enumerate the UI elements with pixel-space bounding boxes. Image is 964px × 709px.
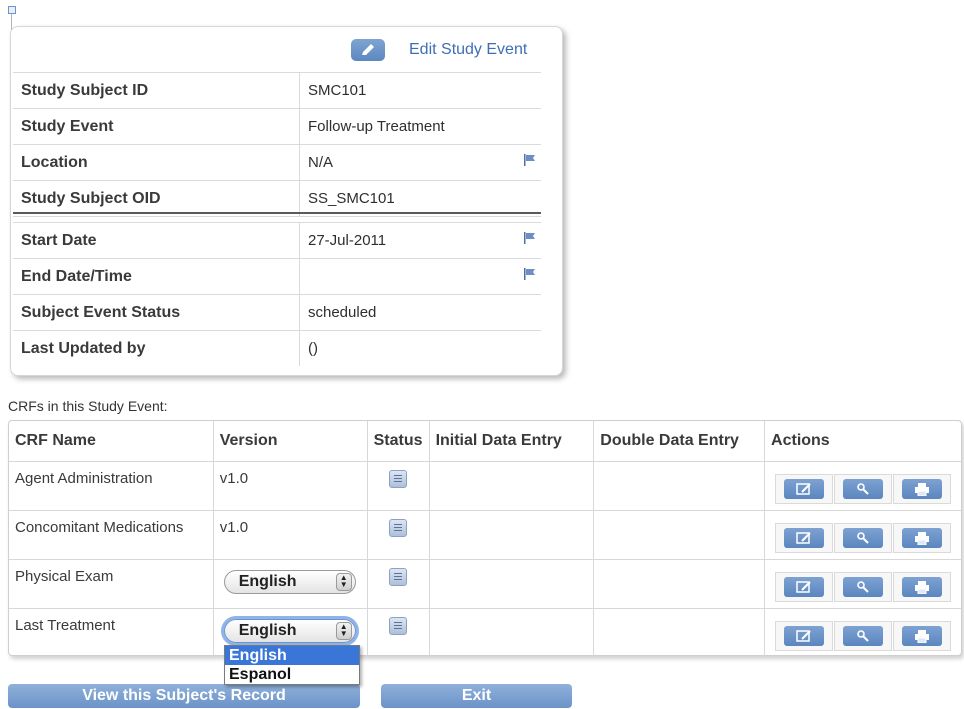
enter-data-icon[interactable] — [784, 577, 825, 597]
select-arrows-icon: ▲ ▼ — [335, 573, 352, 591]
info-row: Study Subject ID SMC101 — [13, 72, 541, 109]
view-icon[interactable] — [843, 528, 884, 548]
col-header-double-data-entry: Double Data Entry — [593, 421, 766, 462]
dropdown-option-espanol[interactable]: Espanol — [225, 665, 359, 684]
info-value: scheduled — [299, 294, 541, 331]
info-row: Last Updated by () — [13, 330, 541, 366]
crf-name: Last Treatment — [9, 608, 214, 657]
info-value: 27-Jul-2011 — [308, 232, 387, 249]
info-value: () — [308, 340, 318, 357]
print-icon[interactable] — [902, 479, 943, 499]
info-label: Subject Event Status — [13, 294, 300, 331]
info-row: Start Date 27-Jul-2011 — [13, 222, 541, 259]
version-select[interactable]: English ▲ ▼ — [223, 619, 356, 643]
crfs-section-title: CRFs in this Study Event: — [8, 398, 168, 414]
section-divider — [13, 212, 541, 214]
double-data-entry-cell — [593, 461, 766, 511]
info-value: N/A — [308, 154, 334, 171]
version-select[interactable]: English ▲ ▼ — [223, 570, 356, 594]
info-value: Follow-up Treatment — [299, 108, 541, 145]
col-header-initial-data-entry: Initial Data Entry — [429, 421, 595, 462]
crf-row: Concomitant Medications v1.0 — [9, 510, 961, 560]
initial-data-entry-cell — [429, 510, 595, 560]
info-row: End Date/Time — [13, 258, 541, 295]
view-icon[interactable] — [843, 479, 884, 499]
col-header-status: Status — [367, 421, 430, 462]
crf-name: Agent Administration — [9, 461, 214, 511]
view-icon[interactable] — [843, 626, 884, 646]
info-label: End Date/Time — [13, 258, 300, 295]
info-row: Subject Event Status scheduled — [13, 294, 541, 331]
col-header-version: Version — [213, 421, 368, 462]
actions-cell — [764, 510, 961, 560]
double-data-entry-cell — [593, 559, 766, 609]
version-dropdown-menu: English Espanol — [224, 645, 360, 685]
study-event-card: Edit Study Event Study Subject ID SMC101… — [10, 26, 563, 376]
col-header-actions: Actions — [764, 421, 961, 462]
crf-version: v1.0 — [213, 510, 368, 560]
info-value-cell: 27-Jul-2011 — [299, 222, 541, 259]
dropdown-option-english[interactable]: English — [225, 646, 359, 665]
status-icon[interactable] — [389, 568, 408, 586]
enter-data-icon[interactable] — [784, 479, 825, 499]
view-icon[interactable] — [843, 577, 884, 597]
actions-cell — [764, 461, 961, 511]
info-label: Study Subject ID — [13, 72, 300, 109]
double-data-entry-cell — [593, 510, 766, 560]
initial-data-entry-cell — [429, 461, 595, 511]
event-info-table: Study Subject ID SMC101 Study Event Foll… — [13, 72, 541, 217]
crf-version: v1.0 — [213, 461, 368, 511]
col-header-crf-name: CRF Name — [9, 421, 214, 462]
enter-data-icon[interactable] — [784, 528, 825, 548]
status-icon[interactable] — [389, 617, 408, 635]
crf-name: Physical Exam — [9, 559, 214, 609]
flag-icon[interactable] — [523, 267, 537, 281]
info-value: SMC101 — [299, 72, 541, 109]
pencil-icon[interactable] — [351, 39, 385, 61]
initial-data-entry-cell — [429, 559, 595, 609]
info-label: Last Updated by — [13, 330, 300, 366]
crf-row: Physical Exam English ▲ ▼ — [9, 559, 961, 609]
print-icon[interactable] — [902, 528, 943, 548]
edit-study-event-row: Edit Study Event — [351, 39, 527, 61]
flag-icon[interactable] — [523, 153, 537, 167]
collapse-toggle-icon[interactable] — [8, 6, 16, 14]
crfs-header-row: CRF Name Version Status Initial Data Ent… — [9, 421, 961, 462]
crfs-panel: CRF Name Version Status Initial Data Ent… — [8, 420, 962, 657]
view-subject-record-button[interactable]: View this Subject's Record — [8, 684, 360, 708]
actions-cell — [764, 559, 961, 609]
info-label: Location — [13, 144, 300, 181]
info-value-cell — [299, 258, 541, 295]
edit-study-event-link[interactable]: Edit Study Event — [409, 41, 527, 59]
version-select-value: English — [238, 622, 297, 639]
info-label: Study Event — [13, 108, 300, 145]
exit-button[interactable]: Exit — [381, 684, 572, 708]
enter-data-icon[interactable] — [784, 626, 825, 646]
double-data-entry-cell — [593, 608, 766, 657]
info-label: Start Date — [13, 222, 300, 259]
select-arrows-icon: ▲ ▼ — [335, 622, 352, 640]
actions-cell — [765, 609, 961, 658]
print-icon[interactable] — [902, 626, 943, 646]
crfs-table: CRF Name Version Status Initial Data Ent… — [9, 421, 961, 657]
info-row: Location N/A — [13, 144, 541, 181]
info-value-cell: N/A — [299, 144, 541, 181]
flag-icon[interactable] — [523, 231, 537, 245]
info-row: Study Event Follow-up Treatment — [13, 108, 541, 145]
crf-row: Agent Administration v1.0 — [9, 461, 961, 511]
initial-data-entry-cell — [429, 608, 595, 657]
crf-row: Last Treatment English ▲ ▼ — [9, 608, 961, 658]
event-dates-table: Start Date 27-Jul-2011 End Date/Time Sub… — [13, 222, 541, 366]
status-icon[interactable] — [389, 519, 408, 537]
status-icon[interactable] — [389, 470, 408, 488]
print-icon[interactable] — [902, 577, 943, 597]
crf-name: Concomitant Medications — [9, 510, 214, 560]
version-select-value: English — [238, 573, 297, 590]
